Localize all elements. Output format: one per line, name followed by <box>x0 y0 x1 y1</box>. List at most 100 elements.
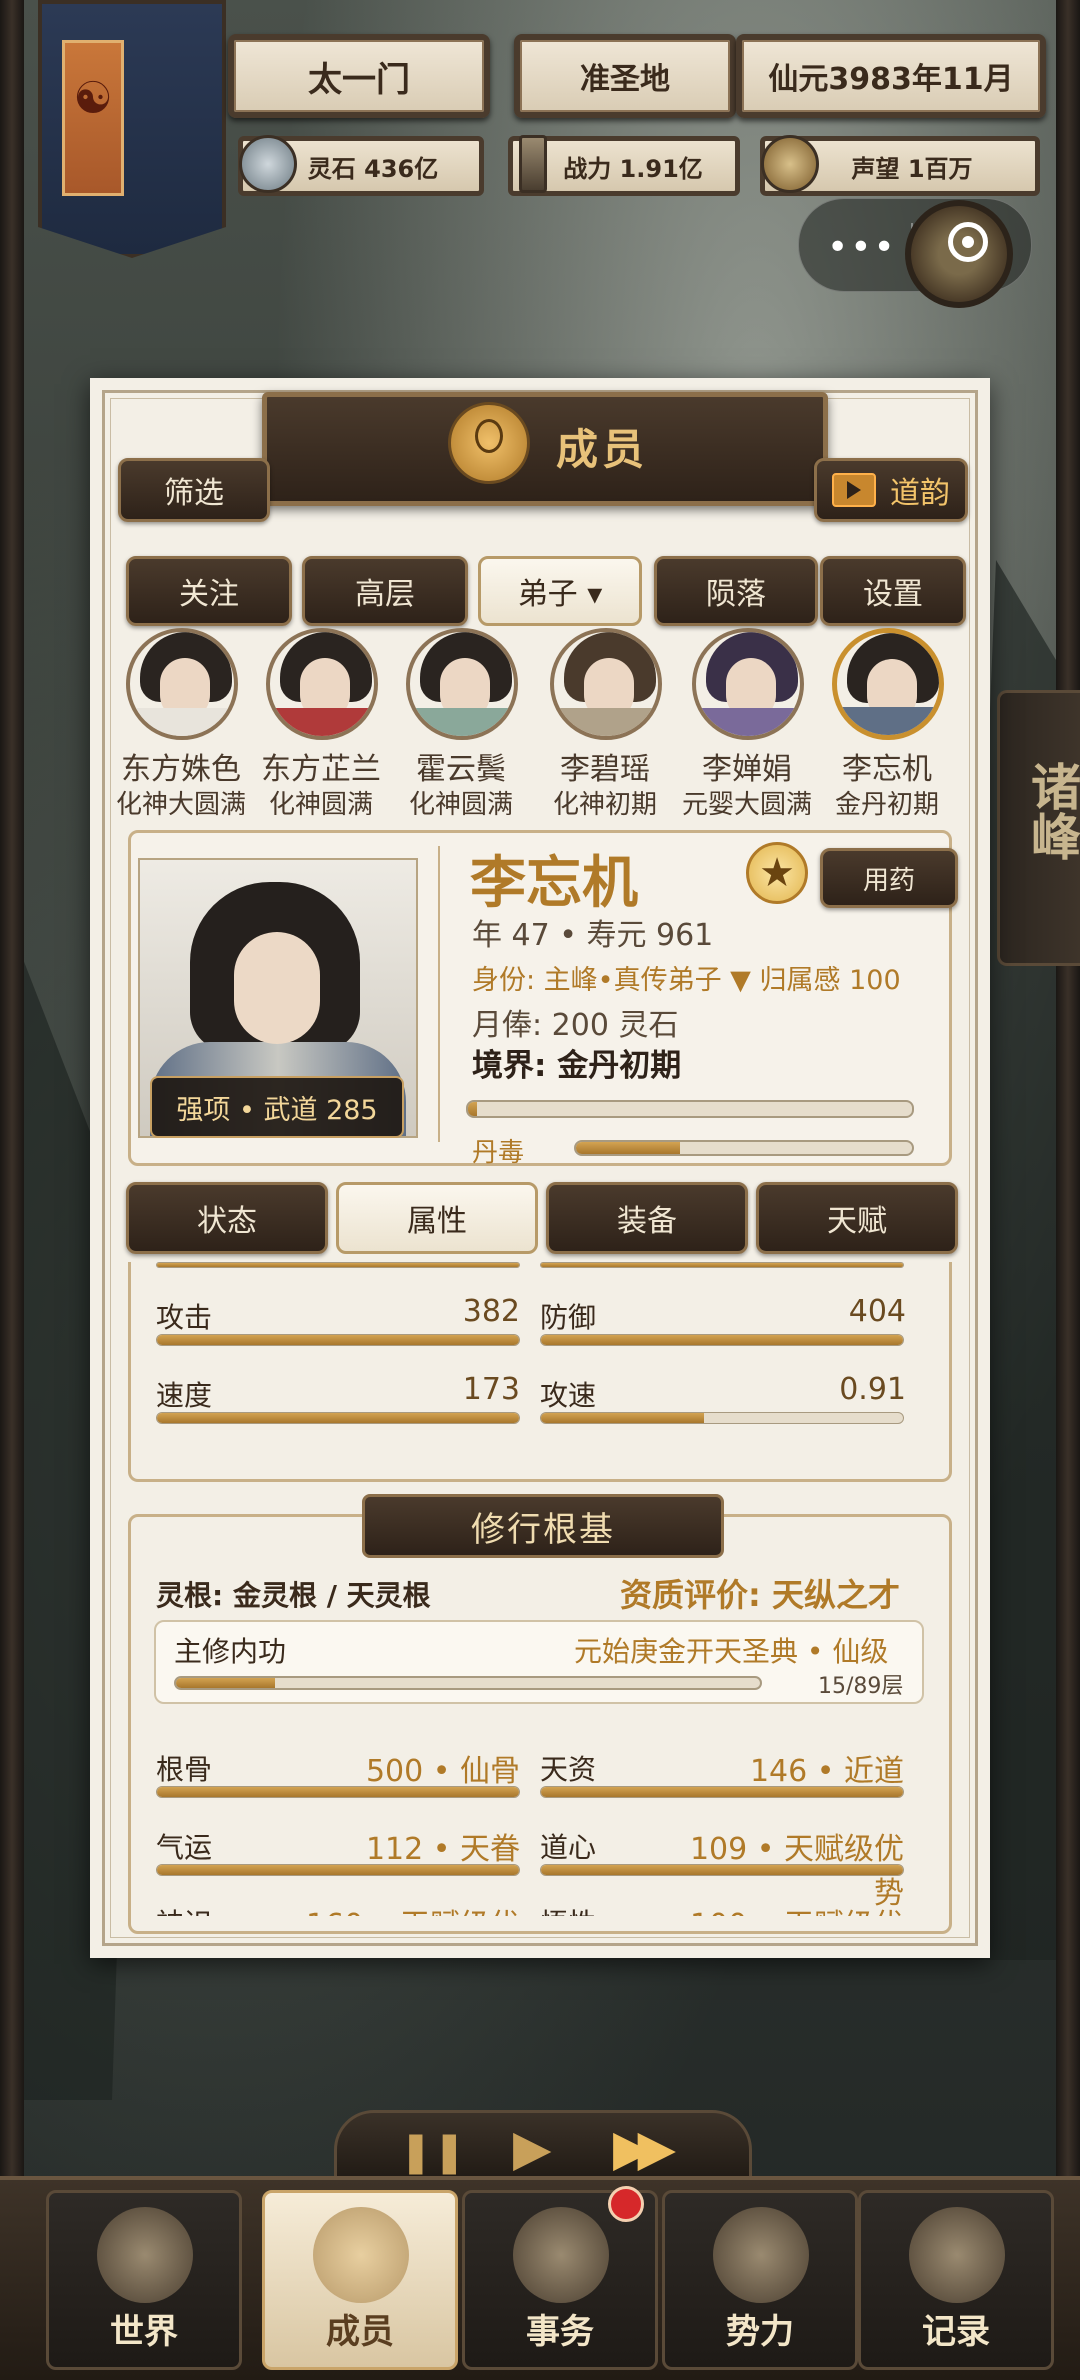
stat-value: 0.91 <box>839 1372 906 1407</box>
main-art-name: 元始庚金开天圣典 • 仙级 <box>574 1635 889 1668</box>
nav-label: 成员 <box>326 2312 394 2352</box>
member-avatar[interactable] <box>406 628 518 740</box>
stat-bar-partial <box>156 1262 520 1268</box>
frame-right <box>1056 0 1080 2376</box>
member-realm: 化神圆满 <box>268 790 373 820</box>
cultivation-progress-fill <box>468 1102 477 1116</box>
notification-badge <box>608 2186 644 2222</box>
profile-age: 年 47 • 寿元 961 <box>472 918 714 953</box>
daoyun-label: 道韵 <box>890 476 950 511</box>
stat-value: 173 <box>462 1372 520 1407</box>
fast-forward-icon[interactable]: ▶▶ <box>613 2119 676 2177</box>
member-avatar[interactable] <box>266 628 378 740</box>
pause-icon[interactable]: ❚❚ <box>399 2129 466 2175</box>
subtab-status[interactable]: 状态 <box>126 1182 328 1254</box>
medicine-button[interactable]: 用药 <box>820 848 958 908</box>
filter-button[interactable]: 筛选 <box>118 458 270 522</box>
main-art-layers: 15/89层 <box>818 1674 904 1699</box>
banner-glyph-icon: ☯ <box>73 73 113 124</box>
side-tab-peaks[interactable]: 诸峰 <box>997 690 1080 966</box>
member-icon <box>313 2207 409 2303</box>
spirit-stone-icon <box>239 135 297 193</box>
subtab-attributes[interactable]: 属性 <box>336 1182 538 1254</box>
nav-factions[interactable]: 势力 <box>662 2190 858 2370</box>
reputation-resource: 声望 1百万 <box>760 135 1040 196</box>
stat-bar <box>540 1412 904 1424</box>
flag-icon <box>713 2207 809 2303</box>
attribute-value: 160 • 天赋级优势 <box>280 1900 520 1916</box>
profile-divider <box>438 846 440 1142</box>
member-name[interactable]: 李忘机 <box>812 744 962 788</box>
member-name[interactable]: 东方姝色 <box>106 744 256 788</box>
member-avatar[interactable] <box>126 628 238 740</box>
tab-settings[interactable]: 设置 <box>820 556 966 626</box>
attribute-value: 146 • 近道 <box>749 1754 904 1789</box>
stat-label: 防御 <box>540 1301 597 1334</box>
attribute-value: 500 • 仙骨 <box>365 1754 520 1789</box>
tab-elders[interactable]: 高层 <box>302 556 468 626</box>
member-avatar[interactable] <box>692 628 804 740</box>
stat-bar <box>540 1334 904 1346</box>
sword-icon <box>519 135 547 193</box>
aptitude-rating: 资质评价: 天纵之才 <box>620 1576 900 1614</box>
stat-label: 攻速 <box>540 1379 597 1412</box>
attribute-label: 天资 <box>540 1753 597 1786</box>
member-name[interactable]: 李碧瑶 <box>530 744 680 788</box>
spirit-stone-label: 灵石 436亿 <box>307 154 439 183</box>
member-name[interactable]: 李婵娟 <box>672 744 822 788</box>
tab-disciples[interactable]: 弟子 ▾ <box>478 556 642 626</box>
cultivation-title: 修行根基 <box>362 1494 724 1558</box>
member-realm: 元婴大圆满 <box>681 790 812 820</box>
attribute-bar <box>156 1786 520 1798</box>
attribute-label: 悟性 <box>540 1902 596 1916</box>
spirit-root: 灵根: 金灵根 / 天灵根 <box>156 1579 431 1612</box>
attribute-bar <box>540 1864 904 1876</box>
more-icon[interactable]: ••• <box>827 227 897 268</box>
sect-rank: 准圣地 <box>514 34 736 118</box>
nav-world[interactable]: 世界 <box>46 2190 242 2370</box>
profile-identity[interactable]: 身份: 主峰•真传弟子 ▼ 归属感 100 <box>472 958 901 997</box>
cultivation-progress-bar <box>466 1100 914 1118</box>
medal-icon <box>761 135 819 193</box>
play-icon[interactable]: ▶ <box>513 2119 551 2177</box>
attribute-list: 根骨 500 • 仙骨 天资 146 • 近道 气运 112 • 天眷 道心 1… <box>128 1726 952 1916</box>
stat-value: 382 <box>462 1294 520 1329</box>
nav-members[interactable]: 成员 <box>262 2190 458 2370</box>
attribute-bar <box>540 1786 904 1798</box>
side-tab-label: 诸峰 <box>1023 761 1080 861</box>
attribute-label: 神识 <box>156 1902 212 1916</box>
stat-label: 速度 <box>156 1379 213 1412</box>
dan-poison-bar <box>574 1140 914 1156</box>
dan-poison-label: 丹毒 <box>472 1138 525 1168</box>
combat-power-resource: 战力 1.91亿 <box>508 135 740 196</box>
attribute-label: 气运 <box>156 1831 213 1864</box>
daoyun-button[interactable]: 道韵 <box>814 458 968 522</box>
member-avatar-selected[interactable] <box>832 628 944 740</box>
banner-emblem: ☯ <box>62 40 124 196</box>
subtab-equipment[interactable]: 装备 <box>546 1182 748 1254</box>
close-target-icon[interactable] <box>948 222 988 262</box>
member-realm: 化神初期 <box>552 790 657 820</box>
favorite-star-icon[interactable]: ★ <box>746 842 808 904</box>
member-realm: 化神大圆满 <box>115 790 246 820</box>
dan-poison-fill <box>576 1142 681 1154</box>
nav-records[interactable]: 记录 <box>858 2190 1054 2370</box>
combat-power-label: 战力 1.91亿 <box>563 154 703 183</box>
main-art-label: 主修内功 <box>174 1635 287 1668</box>
member-name[interactable]: 霍云鬓 <box>386 744 536 788</box>
member-name[interactable]: 东方芷兰 <box>246 744 396 788</box>
attribute-value: 112 • 天眷 <box>365 1832 520 1867</box>
reputation-label: 声望 1百万 <box>851 154 973 183</box>
attribute-label: 道心 <box>540 1831 597 1864</box>
tab-follow[interactable]: 关注 <box>126 556 292 626</box>
attribute-label: 根骨 <box>156 1753 213 1786</box>
main-art-progress-fill <box>176 1678 276 1688</box>
tab-fallen[interactable]: 陨落 <box>654 556 818 626</box>
main-art-progress-bar <box>174 1676 762 1690</box>
stat-value: 404 <box>848 1294 906 1329</box>
stat-bar-partial <box>540 1262 904 1268</box>
subtab-talent[interactable]: 天赋 <box>756 1182 958 1254</box>
sect-name: 太一门 <box>228 34 490 118</box>
member-avatar[interactable] <box>550 628 662 740</box>
world-icon <box>97 2207 193 2303</box>
